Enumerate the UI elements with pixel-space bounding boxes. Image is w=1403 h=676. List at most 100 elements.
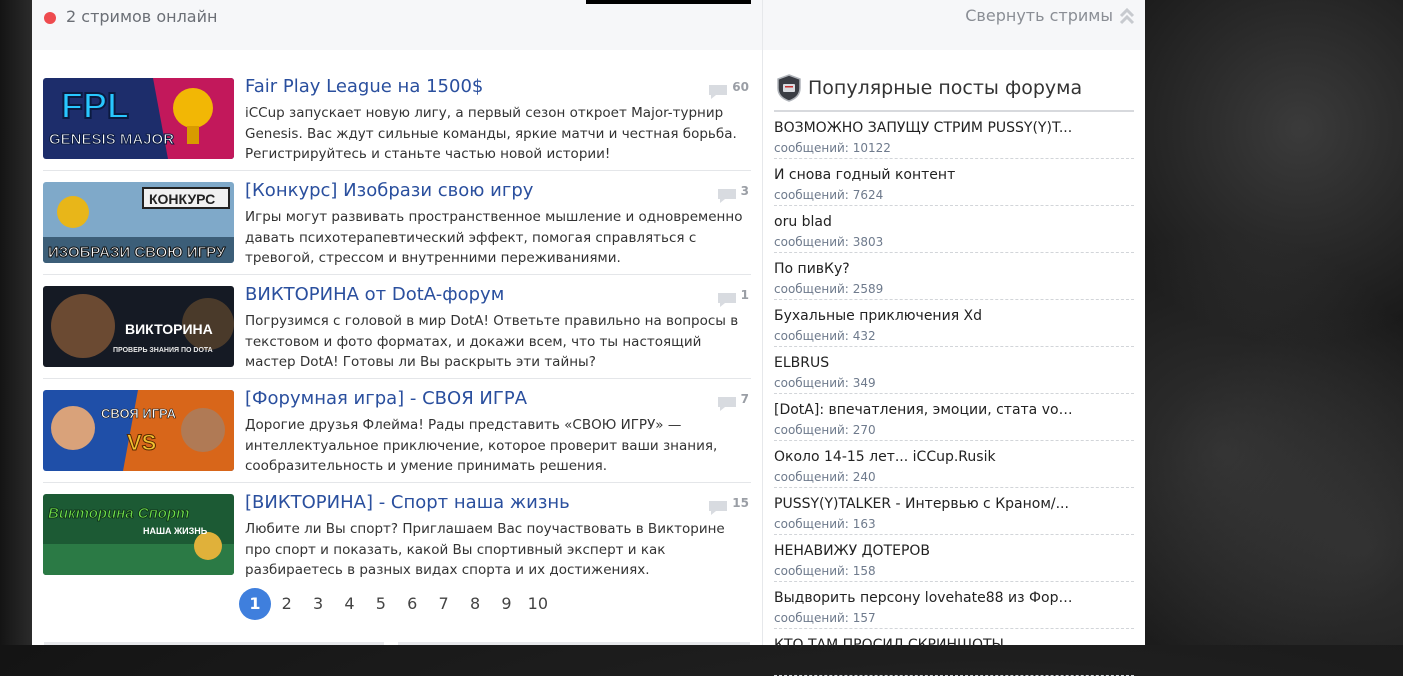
forum-count-prefix: сообщений: [774,423,849,437]
page-2-button[interactable]: 2 [271,588,302,620]
forum-title: Популярные посты форума [808,77,1083,99]
forum-post-count: сообщений: 7624 [774,188,883,202]
forum-post[interactable]: НЕНАВИЖУ ДОТЕРОВ сообщений: 158 [774,535,1134,582]
forum-count-value: 10122 [852,141,891,155]
forum-post-title[interactable]: Выдворить персону lovehate88 из Фору... [774,590,1074,606]
thumb-text-2: GENESIS MAJOR [49,131,174,148]
forum-post-title[interactable]: И снова годный контент [774,167,1074,183]
forum-post[interactable]: [DotA]: впечатления, эмоции, стата vol .… [774,394,1134,441]
forum-post-count: сообщений: 240 [774,470,876,484]
page-4-button[interactable]: 4 [334,588,365,620]
forum-post-count: сообщений: 158 [774,564,876,578]
forum-post[interactable]: PUSSY(Y)TALKER - Интервью с Краном/... с… [774,488,1134,535]
page-1-button[interactable]: 1 [239,588,271,620]
forum-post-title[interactable]: PUSSY(Y)TALKER - Интервью с Краном/... [774,496,1074,512]
thumb-text-1: ВИКТОРИНА [125,321,213,337]
comment-bubble-icon [709,85,728,99]
forum-post-title[interactable]: [DotA]: впечатления, эмоции, стата vol .… [774,402,1074,418]
forum-count-prefix: сообщений: [774,141,849,155]
forum-post-title[interactable]: КТО ТАМ ПРОСИЛ СКРИНШОТЫ [774,637,1074,653]
forum-post[interactable]: ВОЗМОЖНО ЗАПУЩУ СТРИМ PUSSY(Y)T... сообщ… [774,112,1134,159]
news-title-link[interactable]: [ВИКТОРИНА] - Спорт наша жизнь [245,492,570,513]
comment-count: 3 [740,184,749,198]
thumb-text-2: НАША ЖИЗНЬ [143,526,208,536]
news-title-link[interactable]: ВИКТОРИНА от DotA-форум [245,284,504,305]
news-comments[interactable]: 1 [717,288,749,308]
news-item: СВОЯ ИГРА VS [Форумная игра] - СВОЯ ИГРА… [43,388,751,483]
forum-post[interactable]: По пивКу? сообщений: 2589 [774,253,1134,300]
news-description: iCCup запускает новую лигу, а первый сез… [245,105,737,162]
page-5-button[interactable]: 5 [365,588,396,620]
streams-bar: 2 стримов онлайн Свернуть стримы [32,0,1145,50]
page-9-button[interactable]: 9 [491,588,522,620]
comment-count: 7 [740,392,749,406]
news-thumbnail-own-game[interactable]: СВОЯ ИГРА VS [43,390,234,471]
forum-post[interactable]: ELBRUS сообщений: 349 [774,347,1134,394]
page-3-button[interactable]: 3 [302,588,333,620]
column-divider [762,0,763,645]
forum-post[interactable]: Около 14-15 лет... iCCup.Rusik сообщений… [774,441,1134,488]
forum-post[interactable]: КТО ТАМ ПРОСИЛ СКРИНШОТЫ [774,629,1134,676]
thumb-text-1: КОНКУРС [149,191,215,207]
page-10-button[interactable]: 10 [522,588,553,620]
news-item: ВИКТОРИНА ПРОВЕРЬ ЗНАНИЯ ПО DOTA ВИКТОРИ… [43,284,751,379]
pagination: 1 2 3 4 5 6 7 8 9 10 [239,588,554,620]
stream-player-edge [586,0,751,4]
popular-forum-posts: Популярные посты форума ВОЗМОЖНО ЗАПУЩУ … [774,72,1134,676]
news-comments[interactable]: 7 [717,392,749,412]
news-title-link[interactable]: [Конкурс] Изобрази свою игру [245,180,533,201]
news-comments[interactable]: 15 [708,496,749,516]
page-7-button[interactable]: 7 [428,588,459,620]
chevron-double-up-icon [1119,7,1135,24]
news-thumbnail-quiz[interactable]: ВИКТОРИНА ПРОВЕРЬ ЗНАНИЯ ПО DOTA [43,286,234,367]
thumb-text-1: FPL [61,85,129,126]
news-thumbnail-sport[interactable]: Викторина Спорт НАША ЖИЗНЬ [43,494,234,575]
main-panel: 2 стримов онлайн Свернуть стримы FPL GEN… [32,0,1145,676]
news-comments[interactable]: 3 [717,184,749,204]
forum-count-value: 157 [852,611,876,625]
forum-post-title[interactable]: Бухальные приключения Xd [774,308,1074,324]
news-title-link[interactable]: Fair Play League на 1500$ [245,76,483,97]
thumb-text-2: VS [127,430,156,455]
news-item: Викторина Спорт НАША ЖИЗНЬ [ВИКТОРИНА] -… [43,492,751,586]
forum-post-count: сообщений: 349 [774,376,876,390]
forum-post-title[interactable]: Около 14-15 лет... iCCup.Rusik [774,449,1074,465]
news-list: FPL GENESIS MAJOR Fair Play League на 15… [43,76,751,597]
forum-count-value: 163 [852,517,876,531]
forum-post-title[interactable]: По пивКу? [774,261,1074,277]
forum-post[interactable]: Выдворить персону lovehate88 из Фору... … [774,582,1134,629]
news-item: КОНКУРС ИЗОБРАЗИ СВОЮ ИГРУ [Конкурс] Изо… [43,180,751,275]
forum-count-value: 7624 [852,188,884,202]
forum-count-prefix: сообщений: [774,235,849,249]
forum-shield-icon [777,74,801,102]
news-comments[interactable]: 60 [708,80,749,100]
forum-post-title[interactable]: oru blad [774,214,1074,230]
forum-post-title[interactable]: НЕНАВИЖУ ДОТЕРОВ [774,543,1074,559]
forum-post-title[interactable]: ELBRUS [774,355,1074,371]
page-8-button[interactable]: 8 [459,588,490,620]
collapse-streams-button[interactable]: Свернуть стримы [965,6,1135,25]
thumb-text-1: СВОЯ ИГРА [101,406,177,421]
page-6-button[interactable]: 6 [397,588,428,620]
forum-post-count: сообщений: 3803 [774,235,883,249]
comment-bubble-icon [717,189,736,203]
news-thumbnail-contest[interactable]: КОНКУРС ИЗОБРАЗИ СВОЮ ИГРУ [43,182,234,263]
forum-count-value: 158 [852,564,876,578]
forum-count-prefix: сообщений: [774,329,849,343]
news-thumbnail-fpl[interactable]: FPL GENESIS MAJOR [43,78,234,159]
comment-bubble-icon [709,501,728,515]
forum-post-count: сообщений: 10122 [774,141,891,155]
news-description: Игры могут развивать пространственное мы… [245,209,743,266]
news-description: Любите ли Вы спорт? Приглашаем Вас поуча… [245,521,725,578]
forum-post[interactable]: Бухальные приключения Xd сообщений: 432 [774,300,1134,347]
comment-count: 15 [732,496,749,510]
forum-post[interactable]: И снова годный контент сообщений: 7624 [774,159,1134,206]
forum-post-title[interactable]: ВОЗМОЖНО ЗАПУЩУ СТРИМ PUSSY(Y)T... [774,120,1074,136]
live-dot-icon [44,12,56,24]
forum-count-value: 270 [852,423,876,437]
forum-count-value: 240 [852,470,876,484]
forum-post[interactable]: oru blad сообщений: 3803 [774,206,1134,253]
forum-count-value: 349 [852,376,876,390]
news-title-link[interactable]: [Форумная игра] - СВОЯ ИГРА [245,388,527,409]
forum-count-value: 2589 [852,282,884,296]
